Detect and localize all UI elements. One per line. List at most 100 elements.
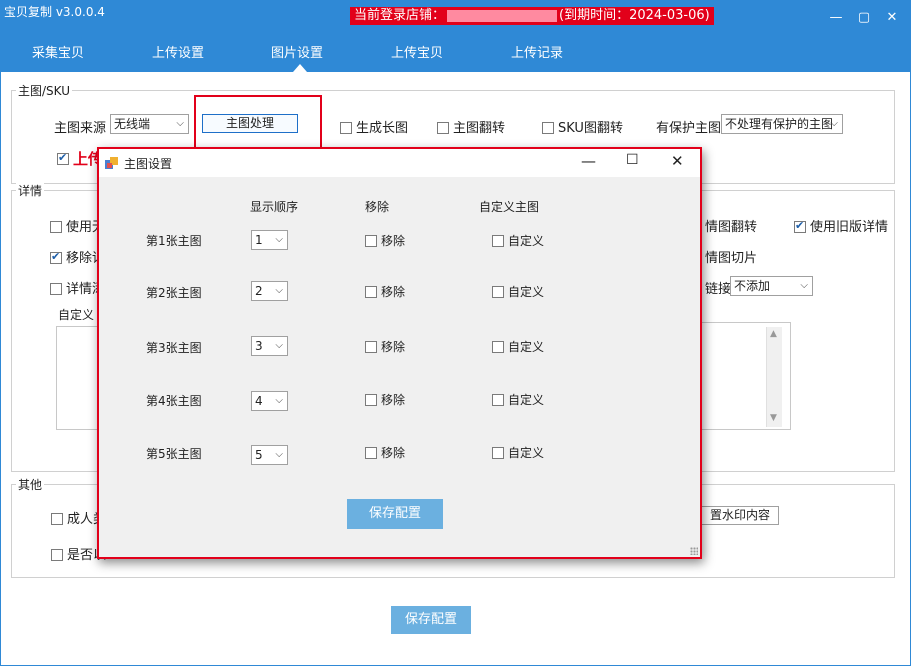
row-label: 第5张主图 — [146, 447, 202, 461]
chevron-down-icon: ⌵ — [275, 395, 283, 406]
custom-checkbox[interactable]: 自定义 — [492, 283, 544, 300]
checkbox-box — [492, 234, 504, 247]
tab-upload-items[interactable]: 上传宝贝 — [391, 42, 443, 61]
remove-label: 移除 — [381, 285, 406, 299]
order-select[interactable]: 5 ⌵ — [251, 445, 288, 465]
order-value: 2 — [255, 284, 263, 298]
close-icon[interactable]: ✕ — [884, 10, 900, 25]
checkbox-box — [365, 393, 377, 406]
redacted-shop-name — [447, 9, 558, 22]
chevron-down-icon: ⌵ — [830, 118, 838, 129]
close-icon[interactable]: ✕ — [671, 152, 684, 170]
minimize-icon[interactable]: — — [828, 10, 844, 25]
custom-checkbox-label: 自定义 — [508, 234, 545, 248]
restore-icon[interactable]: ▢ — [856, 10, 872, 25]
row-label: 第3张主图 — [146, 341, 202, 355]
remove-checkbox[interactable]: 移除 — [365, 232, 405, 249]
dialog-titlebar: 主图设置 — ☐ ✕ — [99, 149, 700, 177]
custom-checkbox-label: 自定义 — [508, 285, 545, 299]
checkbox-box — [542, 121, 554, 134]
remove-label: 移除 — [381, 340, 406, 354]
use-old-detail-checkbox[interactable]: 使用旧版详情 — [794, 216, 888, 235]
slice-detail-label: 情图切片 — [705, 251, 758, 266]
flip-detail-label: 情图翻转 — [705, 220, 758, 235]
append-label: 链接 — [705, 282, 732, 297]
remove-checkbox[interactable]: 移除 — [365, 444, 405, 461]
maximize-icon[interactable]: ☐ — [626, 152, 639, 168]
checkbox-box — [51, 512, 63, 525]
order-select[interactable]: 4 ⌵ — [251, 391, 288, 411]
row-label: 第4张主图 — [146, 394, 202, 408]
chevron-down-icon: ⌵ — [176, 118, 184, 129]
checkbox-box — [492, 393, 504, 406]
remove-checkbox[interactable]: 移除 — [365, 338, 405, 355]
append-select-value: 不添加 — [734, 279, 771, 293]
tab-bar: 采集宝贝 上传设置 图片设置 上传宝贝 上传记录 — [0, 36, 911, 72]
order-select[interactable]: 3 ⌵ — [251, 336, 288, 356]
col-order-header: 显示顺序 — [250, 200, 299, 214]
source-select[interactable]: 无线端 ⌵ — [110, 114, 189, 134]
checkbox-box — [51, 548, 63, 561]
custom-checkbox[interactable]: 自定义 — [492, 444, 544, 461]
protect-select[interactable]: 不处理有保护的主图 ⌵ — [721, 114, 843, 134]
custom-checkbox[interactable]: 自定义 — [492, 232, 544, 249]
dialog-save-button[interactable]: 保存配置 — [347, 499, 443, 529]
tab-upload-records[interactable]: 上传记录 — [511, 42, 563, 61]
checkbox-box — [437, 121, 449, 134]
tab-collect[interactable]: 采集宝贝 — [32, 42, 84, 61]
custom-checkbox-label: 自定义 — [508, 340, 545, 354]
group-title-detail: 详情 — [16, 182, 45, 199]
active-tab-caret — [293, 64, 307, 72]
protect-select-value: 不处理有保护的主图 — [725, 117, 834, 131]
checkbox-box — [50, 282, 62, 295]
scrollbar[interactable]: ▲ ▼ — [766, 327, 782, 427]
remove-label: 移除 — [381, 393, 406, 407]
chevron-down-icon: ⌵ — [275, 234, 283, 245]
gen-long-image-checkbox[interactable]: 生成长图 — [340, 117, 408, 136]
custom-checkbox[interactable]: 自定义 — [492, 391, 544, 408]
checkbox-box — [492, 340, 504, 353]
order-value: 5 — [255, 448, 263, 462]
minimize-icon[interactable]: — — [581, 152, 596, 170]
scroll-down-icon[interactable]: ▼ — [770, 413, 777, 423]
resize-grip[interactable] — [690, 547, 698, 555]
checkbox-box — [365, 340, 377, 353]
watermark-button[interactable]: 置水印内容 — [701, 506, 779, 525]
checkbox-box — [365, 285, 377, 298]
app-title: 宝贝复制 v3.0.0.4 — [4, 5, 105, 19]
scroll-up-icon[interactable]: ▲ — [770, 329, 777, 339]
row-label: 第2张主图 — [146, 286, 202, 300]
source-select-value: 无线端 — [114, 117, 151, 131]
login-prefix: 当前登录店铺： — [354, 8, 446, 23]
order-value: 3 — [255, 339, 263, 353]
tab-upload-settings[interactable]: 上传设置 — [152, 42, 204, 61]
col-remove-header: 移除 — [365, 200, 390, 214]
remove-checkbox[interactable]: 移除 — [365, 283, 405, 300]
col-custom-header: 自定义主图 — [479, 200, 540, 214]
tab-image-settings[interactable]: 图片设置 — [271, 42, 323, 61]
checkbox-box — [57, 151, 69, 165]
checkbox-box — [794, 219, 806, 233]
group-title-main-sku: 主图/SKU — [16, 82, 72, 99]
custom-checkbox[interactable]: 自定义 — [492, 338, 544, 355]
append-select[interactable]: 不添加 ⌵ — [730, 276, 813, 296]
remove-checkbox[interactable]: 移除 — [365, 391, 405, 408]
order-select[interactable]: 2 ⌵ — [251, 281, 288, 301]
use-old-detail-label: 使用旧版详情 — [810, 220, 889, 235]
flip-main-checkbox[interactable]: 主图翻转 — [437, 117, 505, 136]
chevron-down-icon: ⌵ — [275, 285, 283, 296]
remove-label: 移除 — [381, 234, 406, 248]
app-icon — [105, 157, 118, 169]
checkbox-box — [340, 121, 352, 134]
order-value: 1 — [255, 233, 263, 247]
custom-checkbox-label: 自定义 — [508, 446, 545, 460]
save-config-button[interactable]: 保存配置 — [391, 606, 471, 634]
flip-sku-checkbox[interactable]: SKU图翻转 — [542, 117, 623, 136]
main-image-settings-dialog: 主图设置 — ☐ ✕ 显示顺序 移除 自定义主图 第1张主图 1 ⌵ 移除 自定义… — [97, 147, 702, 559]
group-title-other: 其他 — [16, 476, 45, 493]
checkbox-box — [492, 446, 504, 459]
protect-label: 有保护主图 — [656, 121, 722, 136]
remove-label: 移除 — [381, 446, 406, 460]
flip-sku-label: SKU图翻转 — [558, 121, 623, 136]
order-select[interactable]: 1 ⌵ — [251, 230, 288, 250]
